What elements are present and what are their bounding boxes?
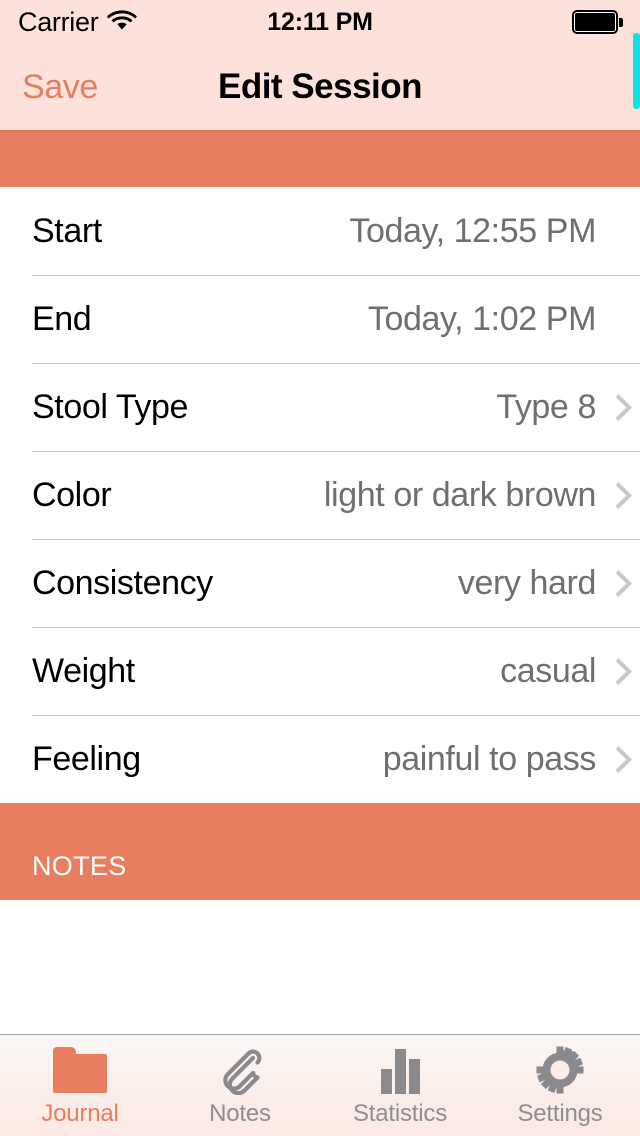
status-bar: Carrier 12:11 PM xyxy=(0,0,640,44)
notes-text-area[interactable] xyxy=(0,900,640,1034)
row-label: End xyxy=(32,299,92,338)
row-stool-type[interactable]: Stool Type Type 8 xyxy=(0,363,640,451)
status-bar-right xyxy=(572,10,623,34)
tab-label-journal: Journal xyxy=(41,1099,119,1127)
chevron-right-icon xyxy=(608,481,624,509)
row-value: Today, 1:02 PM xyxy=(367,299,597,338)
row-value: light or dark brown xyxy=(323,475,596,514)
row-value: painful to pass xyxy=(382,739,597,778)
folder-icon xyxy=(52,1044,108,1096)
bar-chart-icon xyxy=(372,1044,428,1096)
app-root: Carrier 12:11 PM Save Edit Session Start… xyxy=(0,0,640,1136)
chevron-right-icon xyxy=(608,745,624,773)
row-feeling[interactable]: Feeling painful to pass xyxy=(0,715,640,803)
tab-bar: Journal Notes Statistics Settings xyxy=(0,1034,640,1136)
session-fields-table: Start Today, 12:55 PM End Today, 1:02 PM… xyxy=(0,187,640,803)
row-label: Consistency xyxy=(32,563,213,602)
wifi-icon xyxy=(107,9,138,36)
vertical-scroll-indicator[interactable] xyxy=(633,33,640,109)
row-color[interactable]: Color light or dark brown xyxy=(0,451,640,539)
navigation-bar: Save Edit Session xyxy=(0,44,640,132)
row-value-group: Type 8 xyxy=(496,388,624,427)
tab-journal[interactable]: Journal xyxy=(0,1035,160,1136)
chevron-right-icon xyxy=(608,393,624,421)
form-content: Start Today, 12:55 PM End Today, 1:02 PM… xyxy=(0,132,640,1034)
row-value: Type 8 xyxy=(496,387,596,426)
row-label: Start xyxy=(32,211,102,250)
tab-label-notes: Notes xyxy=(209,1099,271,1127)
notes-section-header: NOTES xyxy=(0,803,640,900)
chevron-right-icon xyxy=(608,657,624,685)
tab-label-statistics: Statistics xyxy=(352,1099,448,1127)
row-value-group: Today, 1:02 PM xyxy=(368,300,624,339)
tab-notes[interactable]: Notes xyxy=(160,1035,320,1136)
row-value-group: casual xyxy=(500,652,624,691)
tab-statistics[interactable]: Statistics xyxy=(320,1035,480,1136)
paperclip-icon xyxy=(212,1044,268,1096)
section-header-band xyxy=(0,132,640,187)
row-value-group: very hard xyxy=(458,564,624,603)
row-consistency[interactable]: Consistency very hard xyxy=(0,539,640,627)
status-bar-left: Carrier xyxy=(18,6,138,38)
gear-icon xyxy=(532,1044,588,1096)
row-label: Stool Type xyxy=(32,387,189,426)
tab-settings[interactable]: Settings xyxy=(480,1035,640,1136)
row-start[interactable]: Start Today, 12:55 PM xyxy=(0,187,640,275)
row-label: Weight xyxy=(32,651,135,690)
row-value: casual xyxy=(500,651,596,690)
row-weight[interactable]: Weight casual xyxy=(0,627,640,715)
row-value-group: Today, 12:55 PM xyxy=(349,212,624,251)
row-value: Today, 12:55 PM xyxy=(349,211,596,250)
notes-header-label: NOTES xyxy=(32,851,127,881)
tab-label-settings: Settings xyxy=(517,1099,603,1127)
row-value-group: light or dark brown xyxy=(324,476,624,515)
row-end[interactable]: End Today, 1:02 PM xyxy=(0,275,640,363)
carrier-label: Carrier xyxy=(18,6,99,37)
chevron-right-icon xyxy=(608,569,624,597)
row-value: very hard xyxy=(457,563,597,602)
row-value-group: painful to pass xyxy=(383,740,624,779)
row-label: Feeling xyxy=(32,739,141,778)
battery-full-icon xyxy=(572,10,623,34)
save-button[interactable]: Save xyxy=(16,64,104,111)
row-label: Color xyxy=(32,475,112,514)
clock-label: 12:11 PM xyxy=(267,7,373,36)
